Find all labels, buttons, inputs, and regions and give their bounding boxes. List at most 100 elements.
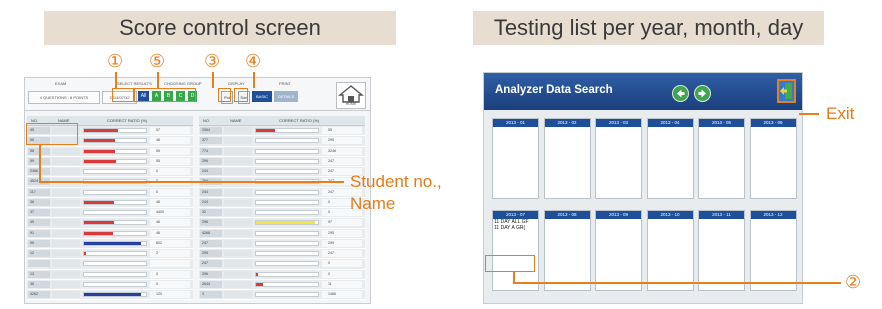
month-label: 2013 - 05 <box>699 119 744 127</box>
table-row[interactable]: 377 295 <box>199 136 365 147</box>
table-row[interactable]: 244 247 <box>199 187 365 198</box>
table-row[interactable]: 296 0 <box>199 269 365 280</box>
month-card[interactable]: 2013 - 12 <box>749 210 797 291</box>
print-label: PRINT <box>279 81 291 86</box>
prev-button[interactable] <box>672 85 689 102</box>
correct-ratio-value: 295 <box>322 229 362 237</box>
table-row[interactable]: 2644 11 <box>199 279 365 290</box>
correct-ratio-value: 46 <box>150 219 190 227</box>
month-card[interactable]: 2013 - 06 <box>749 118 797 199</box>
score-toolbar: EXAM 4 QUESTIONS : 8 POINTS SELECT RESUL… <box>25 78 370 111</box>
student-name <box>224 168 252 175</box>
marker-1-box <box>112 88 134 102</box>
table-row[interactable]: 774 3246 <box>199 146 365 157</box>
table-row[interactable]: 296 97 <box>199 218 365 229</box>
correct-ratio-value: 802 <box>150 239 190 247</box>
student-number: 91 <box>28 229 50 237</box>
student-name <box>52 260 80 268</box>
correct-ratio-bar <box>83 251 147 256</box>
correct-ratio-value: 46 <box>150 137 190 145</box>
marker-1-line <box>115 72 117 88</box>
student-name <box>224 157 252 165</box>
correct-ratio-fill <box>84 159 117 163</box>
correct-ratio-value: 0 <box>150 188 190 196</box>
month-label: 2013 - 02 <box>544 119 590 127</box>
table-row[interactable]: 58 55 <box>27 146 193 157</box>
table-row[interactable]: 12 2 <box>27 249 193 260</box>
student-number: 37 <box>28 209 50 216</box>
table-row[interactable]: 91 46 <box>27 228 193 239</box>
month-card[interactable]: 2013 - 08 <box>543 210 591 291</box>
month-card[interactable]: 2013 - 01 <box>492 118 539 199</box>
month-label: 2013 - 08 <box>544 211 590 219</box>
correct-ratio-bar <box>83 240 147 246</box>
month-card[interactable]: 2013 - 07 11 DAY ALL GF 11 DAY A GR( <box>492 210 539 291</box>
table-row[interactable] <box>27 259 193 270</box>
table-row[interactable]: 59 55 <box>27 156 193 167</box>
month-card[interactable]: 2013 - 03 <box>595 118 642 199</box>
table-row[interactable]: 2564 55 <box>199 126 365 137</box>
table-row[interactable]: 4262 120 <box>27 290 193 301</box>
month-card[interactable]: 2013 - 02 <box>543 118 591 199</box>
score-rows-right: 2564553772957743246296247244247294247244… <box>199 126 365 301</box>
table-row[interactable]: 247 299 <box>199 238 365 249</box>
table-row[interactable]: 36 0 <box>27 279 193 290</box>
table-row[interactable]: 296 247 <box>199 156 365 167</box>
correct-ratio-value: 1466 <box>322 291 362 298</box>
col-name: NAME <box>230 118 242 123</box>
table-row[interactable]: 4268 295 <box>199 228 365 239</box>
search-title: Analyzer Data Search <box>495 84 613 96</box>
home-label: HOME <box>345 102 357 106</box>
next-button[interactable] <box>694 85 711 102</box>
correct-ratio-value: 247 <box>322 250 362 257</box>
student-name <box>224 198 252 206</box>
student-name <box>224 239 252 247</box>
correct-ratio-bar <box>83 220 147 226</box>
student-name <box>224 188 252 196</box>
month-card[interactable]: 2013 - 10 <box>646 210 694 291</box>
arrow-left-icon <box>677 89 685 98</box>
table-row[interactable]: 244 0 <box>199 197 365 208</box>
month-card[interactable]: 2013 - 11 <box>698 210 745 291</box>
correct-ratio-bar <box>83 230 147 236</box>
choosing-group-label: CHOOSING GROUP <box>164 81 202 86</box>
correct-ratio-fill <box>84 149 115 153</box>
table-row[interactable]: 37 4400 <box>27 208 193 219</box>
student-callout-label: Student no., Name <box>350 172 442 213</box>
correct-ratio-fill <box>84 200 114 204</box>
correct-ratio-value: 299 <box>322 239 362 247</box>
marker-2: ② <box>845 272 862 293</box>
month-card[interactable]: 2013 - 09 <box>595 210 642 291</box>
home-button[interactable]: HOME <box>336 82 366 109</box>
student-name <box>52 219 80 227</box>
table-row[interactable]: 117 0 <box>27 187 193 198</box>
exam-label: EXAM <box>55 81 67 86</box>
table-row[interactable]: 3 1466 <box>199 290 365 301</box>
table-row[interactable]: 99 802 <box>27 238 193 249</box>
print-basic-button[interactable]: BASIC <box>252 91 272 102</box>
correct-ratio-bar <box>83 292 147 297</box>
student-number: 377 <box>200 137 222 145</box>
month-label: 2013 - 01 <box>493 119 538 127</box>
correct-ratio-fill <box>256 282 264 286</box>
exit-button[interactable] <box>777 79 796 103</box>
table-row[interactable]: 32 0 <box>199 208 365 219</box>
month-label: 2013 - 06 <box>750 119 796 127</box>
student-number: 2644 <box>200 280 222 288</box>
test-entry[interactable]: 11 DAY A GR( <box>493 225 538 231</box>
month-card[interactable]: 2013 - 04 <box>646 118 694 199</box>
table-row[interactable]: 244 247 <box>199 167 365 178</box>
month-label: 2013 - 07 <box>493 211 538 219</box>
table-row[interactable]: 295 247 <box>199 249 365 260</box>
table-row[interactable]: 36 46 <box>27 197 193 208</box>
month-card[interactable]: 2013 - 05 <box>698 118 745 199</box>
correct-ratio-value: 11 <box>322 280 362 288</box>
print-details-button[interactable]: DETAILS <box>274 91 298 102</box>
correct-ratio-value: 4400 <box>150 209 190 216</box>
table-row[interactable]: 49 46 <box>27 218 193 229</box>
student-name <box>52 280 80 288</box>
table-row[interactable]: 247 0 <box>199 259 365 270</box>
table-row[interactable]: 2466 0 <box>27 167 193 178</box>
month-label: 2013 - 10 <box>647 211 693 219</box>
table-row[interactable]: 13 0 <box>27 269 193 280</box>
